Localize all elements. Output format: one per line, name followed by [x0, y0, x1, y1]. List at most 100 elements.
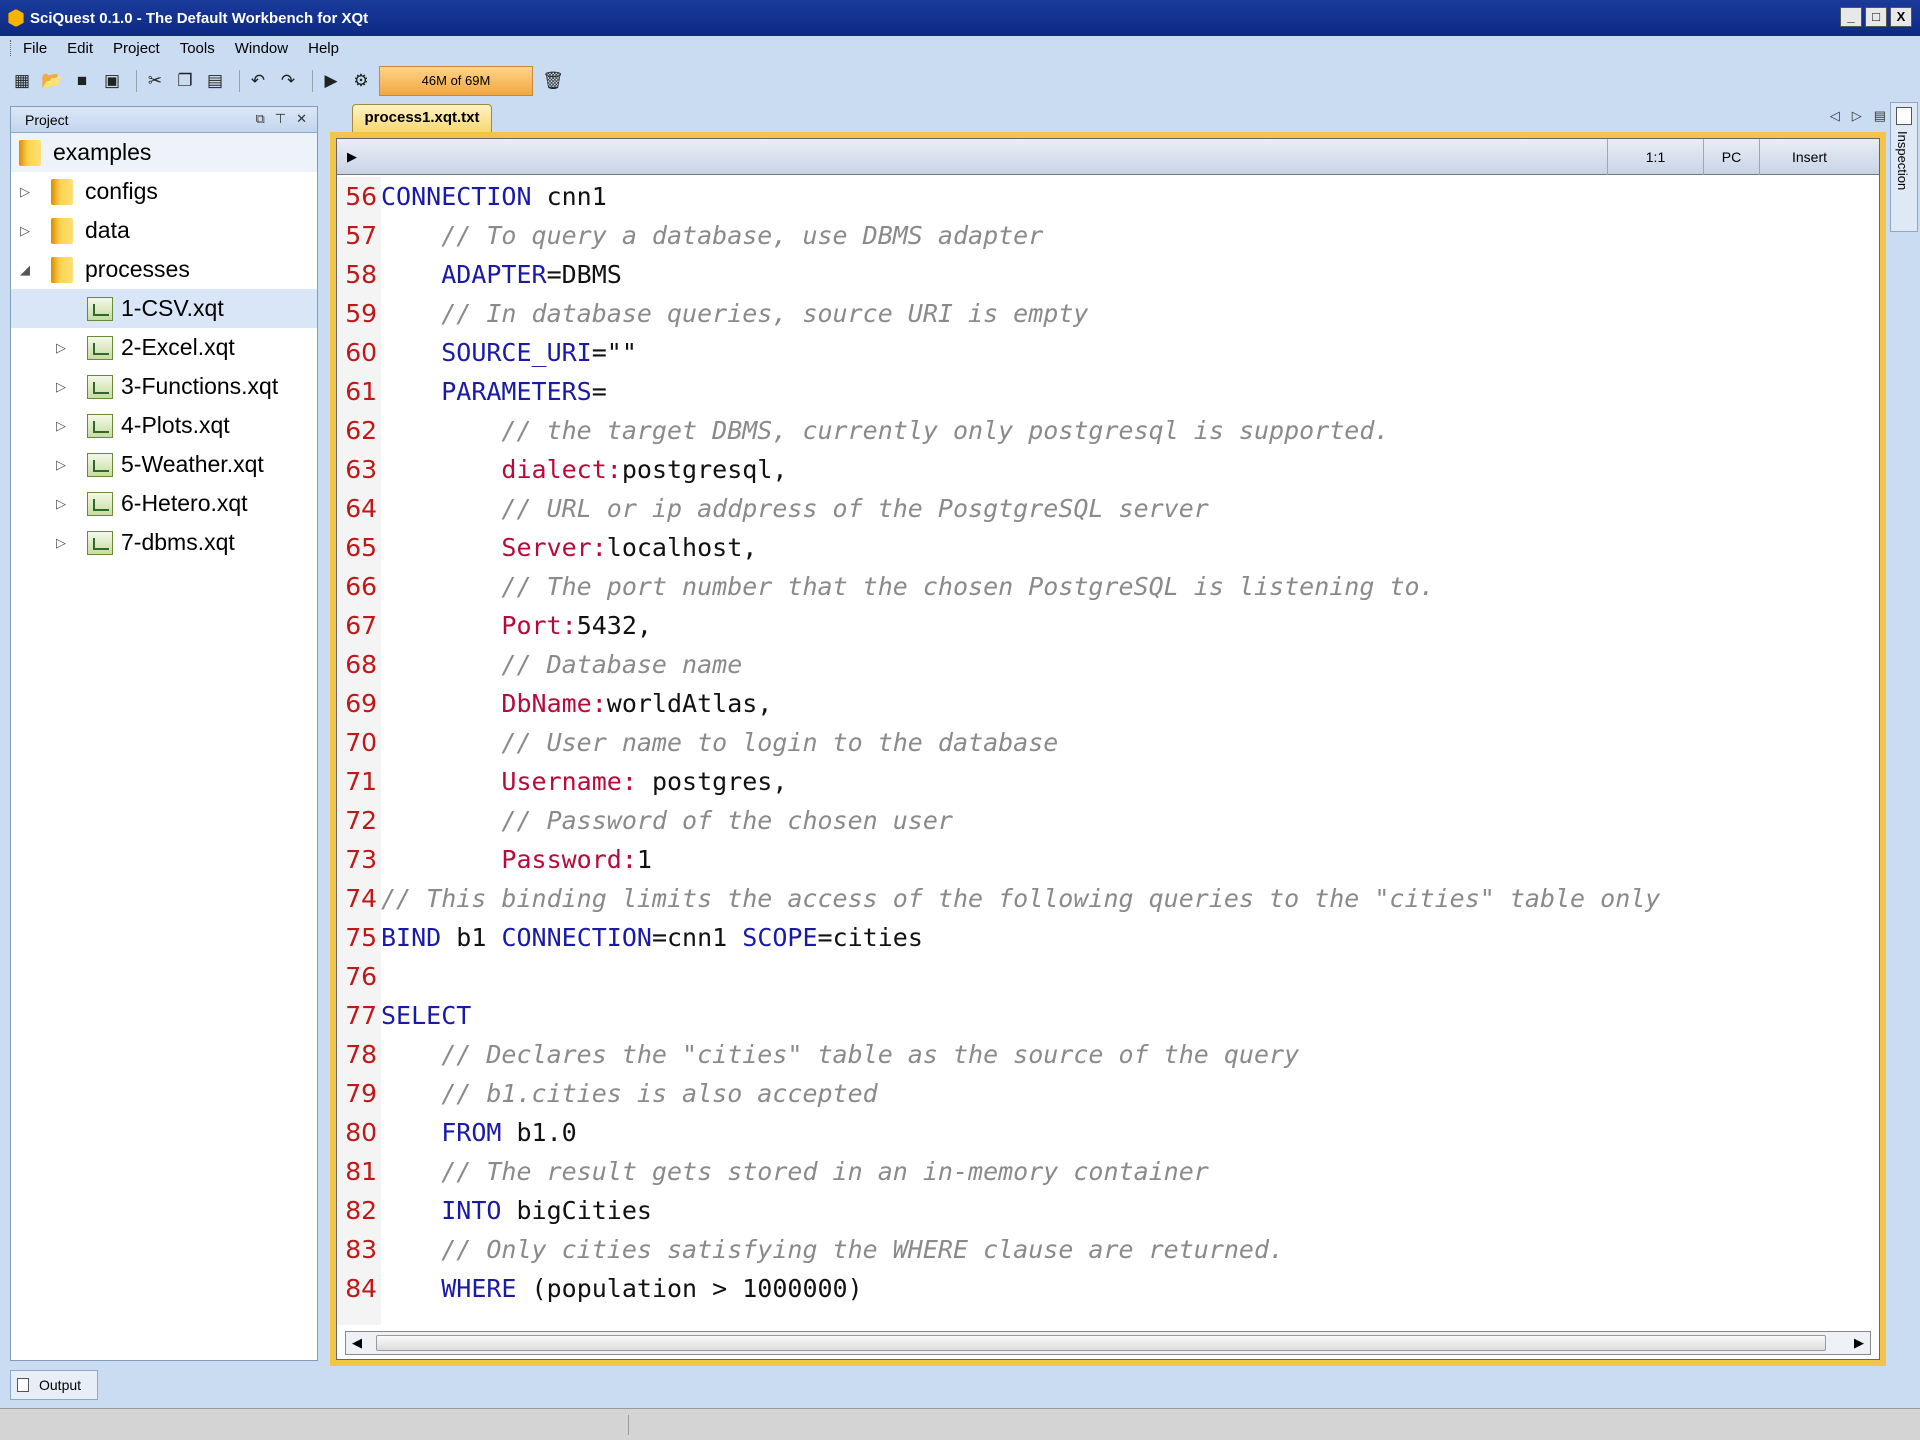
- save-all-icon[interactable]: ▣: [100, 69, 124, 93]
- editor-toolbar: ▶ 1:1 PC Insert: [337, 139, 1879, 175]
- code-text: Server:localhost,: [381, 533, 757, 562]
- parameter-key-token: Username:: [501, 767, 637, 796]
- cut-icon[interactable]: ✂: [143, 69, 167, 93]
- code-line: 65 Server:localhost,: [337, 528, 757, 567]
- menu-help[interactable]: Help: [308, 40, 339, 57]
- tab-process1[interactable]: process1.xqt.txt: [352, 104, 492, 132]
- code-line: 74// This binding limits the access of t…: [337, 879, 1660, 918]
- keyword-token: BIND: [381, 923, 442, 952]
- code-text: Username: postgres,: [381, 767, 787, 796]
- collapse-icon[interactable]: ◢: [15, 262, 35, 278]
- save-icon[interactable]: ■: [70, 69, 94, 93]
- menu-window[interactable]: Window: [235, 40, 288, 57]
- menu-edit[interactable]: Edit: [67, 40, 93, 57]
- expand-icon[interactable]: ▷: [51, 340, 71, 356]
- line-number: 67: [345, 611, 377, 640]
- scroll-left-icon[interactable]: ◀: [352, 1335, 362, 1351]
- tree-item-processes[interactable]: ◢ processes: [11, 250, 317, 289]
- line-ending-mode: PC: [1703, 139, 1759, 175]
- code-line: 81 // The result gets stored in an in-me…: [337, 1152, 1209, 1191]
- text-token: bigCities: [501, 1196, 652, 1225]
- keyword-token: INTO: [441, 1196, 502, 1225]
- tab-scroll-left-icon[interactable]: ◁: [1830, 108, 1840, 124]
- text-token: b1: [441, 923, 502, 952]
- horizontal-scrollbar[interactable]: ◀ ▶: [345, 1331, 1871, 1355]
- scroll-right-icon[interactable]: ▶: [1854, 1335, 1864, 1351]
- folder-icon: [19, 139, 41, 166]
- maximize-button[interactable]: □: [1865, 7, 1887, 27]
- tab-list-icon[interactable]: ▤: [1874, 108, 1886, 124]
- code-text: // the target DBMS, currently only postg…: [381, 416, 1389, 445]
- output-tab[interactable]: Output: [10, 1370, 98, 1400]
- xqt-file-icon: [87, 374, 113, 399]
- comment-token: // To query a database, use DBMS adapter: [441, 221, 1044, 250]
- tab-navigation: ◁ ▷ ▤: [1830, 108, 1886, 124]
- expand-icon[interactable]: ▷: [15, 223, 35, 239]
- code-area[interactable]: 56 CONNECTION cnn1 57 // To query a databa…: [337, 177, 1879, 1325]
- comment-token: // the target DBMS, currently only postg…: [501, 416, 1390, 445]
- minimize-button[interactable]: _: [1840, 7, 1862, 27]
- inspection-icon: [1896, 107, 1912, 125]
- tree-item-examples[interactable]: examples: [11, 133, 317, 172]
- float-icon[interactable]: ⧉: [255, 111, 264, 127]
- cursor-position: 1:1: [1607, 139, 1703, 175]
- close-button[interactable]: X: [1890, 7, 1912, 27]
- close-panel-icon[interactable]: ✕: [296, 111, 307, 127]
- editor-tab-strip: process1.xqt.txt ◁ ▷ ▤: [330, 102, 1886, 132]
- xqt-file-icon: [87, 491, 113, 516]
- editor-run-icon[interactable]: ▶: [347, 149, 357, 165]
- folder-icon: [51, 178, 73, 205]
- tree-item-file[interactable]: ▷ 6-Hetero.xqt: [11, 484, 317, 523]
- code-text: // This binding limits the access of the…: [381, 884, 1660, 913]
- pin-icon[interactable]: ⊤: [275, 111, 286, 127]
- folder-icon: [51, 217, 73, 244]
- menu-file[interactable]: File: [23, 40, 47, 57]
- code-text: // Declares the "cities" table as the so…: [381, 1040, 1299, 1069]
- redo-icon[interactable]: ↷: [276, 69, 300, 93]
- menu-project[interactable]: Project: [113, 40, 160, 57]
- undo-icon[interactable]: ↶: [246, 69, 270, 93]
- tree-item-file[interactable]: ▷ 3-Functions.xqt: [11, 367, 317, 406]
- expand-icon[interactable]: ▷: [51, 457, 71, 473]
- tree-item-file[interactable]: 1-CSV.xqt: [11, 289, 317, 328]
- tree-item-configs[interactable]: ▷ configs: [11, 172, 317, 211]
- inspection-side-tab[interactable]: Inspection: [1890, 102, 1918, 232]
- tree-item-file[interactable]: ▷ 5-Weather.xqt: [11, 445, 317, 484]
- menu-tools[interactable]: Tools: [180, 40, 215, 57]
- expand-icon[interactable]: ▷: [51, 418, 71, 434]
- scrollbar-thumb[interactable]: [376, 1335, 1826, 1351]
- code-text: // b1.cities is also accepted: [381, 1079, 878, 1108]
- debug-icon[interactable]: ⚙: [349, 69, 373, 93]
- tree-item-file[interactable]: ▷ 2-Excel.xqt: [11, 328, 317, 367]
- expand-icon[interactable]: ▷: [51, 535, 71, 551]
- paste-icon[interactable]: ▤: [203, 69, 227, 93]
- code-text: // The result gets stored in an in-memor…: [381, 1157, 1209, 1186]
- parameter-key-token: Password:: [501, 845, 637, 874]
- tree-item-data[interactable]: ▷ data: [11, 211, 317, 250]
- tab-scroll-right-icon[interactable]: ▷: [1852, 108, 1862, 124]
- garbage-collect-icon[interactable]: 🗑: [541, 69, 565, 93]
- expand-icon[interactable]: ▷: [51, 496, 71, 512]
- code-text: CONNECTION cnn1: [381, 182, 607, 211]
- tree-item-file[interactable]: ▷ 4-Plots.xqt: [11, 406, 317, 445]
- code-line: 73 Password:1: [337, 840, 652, 879]
- expand-icon[interactable]: ▷: [15, 184, 35, 200]
- line-number: 65: [345, 533, 377, 562]
- run-icon[interactable]: ▶: [319, 69, 343, 93]
- expand-icon[interactable]: ▷: [51, 379, 71, 395]
- tree-item-label: 2-Excel.xqt: [121, 334, 235, 360]
- copy-icon[interactable]: ❐: [173, 69, 197, 93]
- keyword-token: WHERE: [441, 1274, 517, 1303]
- code-line: 83 // Only cities satisfying the WHERE c…: [337, 1230, 1284, 1269]
- new-icon[interactable]: ▦: [10, 69, 34, 93]
- code-text: DbName:worldAtlas,: [381, 689, 772, 718]
- tree-item-file[interactable]: ▷ 7-dbms.xqt: [11, 523, 317, 562]
- open-icon[interactable]: 📂: [40, 69, 64, 93]
- tree-item-label: configs: [85, 178, 158, 204]
- memory-indicator[interactable]: 46M of 69M: [379, 66, 533, 96]
